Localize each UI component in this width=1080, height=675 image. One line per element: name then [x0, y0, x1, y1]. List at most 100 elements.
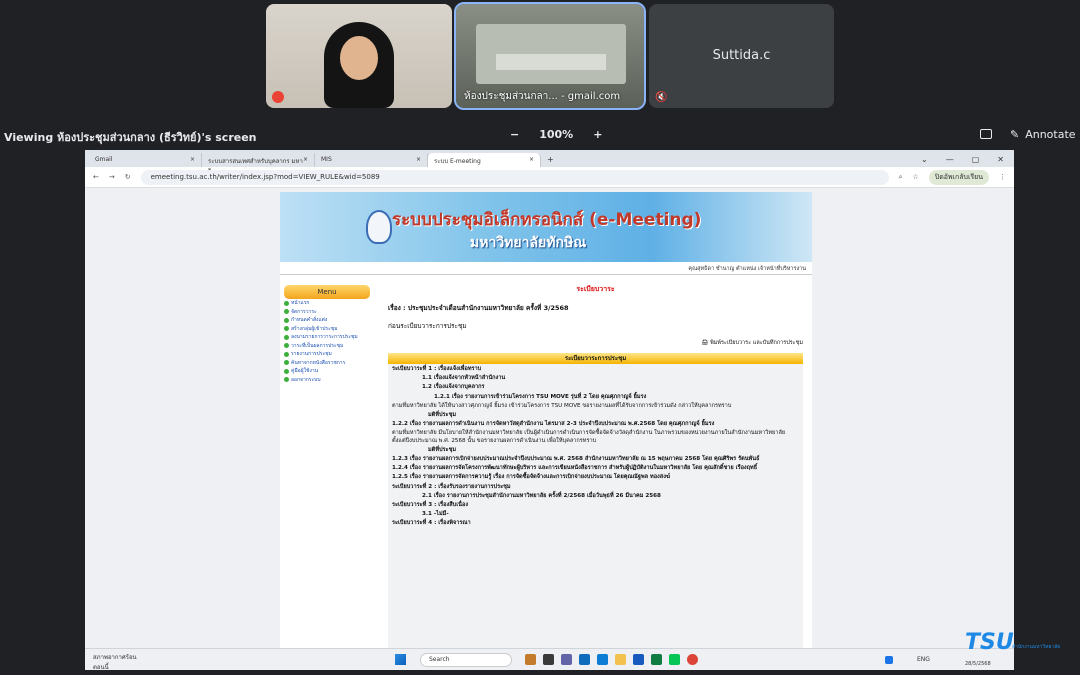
agenda-item: มติที่ประชุม: [428, 412, 457, 419]
zoom-in-button[interactable]: +: [593, 128, 602, 141]
menu-item[interactable]: วาระที่เป็นผลการประชุม: [284, 342, 370, 351]
agenda-header: ระเบียบวาระการประชุม: [388, 353, 803, 364]
close-icon[interactable]: ×: [416, 156, 421, 164]
edge-icon[interactable]: [597, 654, 608, 665]
tab-search-icon[interactable]: ⌄: [921, 155, 928, 164]
zoom-out-button[interactable]: −: [510, 128, 519, 141]
menu-item-label: ออกจากระบบ: [291, 376, 321, 383]
participant-tile-3[interactable]: Suttida.c 🔇: [649, 4, 834, 108]
menu-item[interactable]: ลงนามรายการวาระการประชุม: [284, 333, 370, 342]
profile-pill[interactable]: ปิดอัพเกลับเรียน: [928, 169, 989, 185]
tab-emeeting[interactable]: ระบบ E-meeting ×: [428, 153, 541, 167]
menu-item[interactable]: รายงานการประชุม: [284, 350, 370, 359]
minimize-icon[interactable]: —: [946, 155, 954, 164]
forward-icon[interactable]: →: [109, 173, 115, 181]
print-link[interactable]: 🖨 พิมพ์ระเบียบวาระ และบันทึกการประชุม: [388, 339, 803, 347]
menu-item[interactable]: จัดการวาระ: [284, 308, 370, 317]
clock-date[interactable]: 28/5/2568: [965, 661, 991, 667]
menu-item[interactable]: ออกจากระบบ: [284, 376, 370, 385]
tab-hr[interactable]: ระบบสารสนเทศสำหรับบุคลากร มหาวิ×: [202, 153, 315, 175]
app-icon[interactable]: [525, 654, 536, 665]
menu-dots-icon[interactable]: ⋮: [999, 173, 1006, 181]
menu-item[interactable]: ค้นหาจากหนังสือราชการ: [284, 359, 370, 368]
agenda-item: 1.2.1 เรื่อง รายงานการเข้าร่วมโครงการ TS…: [434, 393, 647, 400]
taskview-icon[interactable]: [543, 654, 554, 665]
emeeting-site: ระบบประชุมอิเล็กทรอนิกส์ (e-Meeting) มหา…: [280, 192, 812, 670]
participant-tile-2[interactable]: ห้องประชุมส่วนกลา... - gmail.com: [454, 2, 646, 110]
site-banner: ระบบประชุมอิเล็กทรอนิกส์ (e-Meeting) มหา…: [280, 192, 812, 262]
explorer-icon[interactable]: [615, 654, 626, 665]
menu-item[interactable]: หน้าแรก: [284, 299, 370, 308]
zoom-icon[interactable]: ⌕: [899, 173, 903, 182]
line-icon[interactable]: [669, 654, 680, 665]
windows-taskbar: สภาพอากาศร้อน ตอนนี้ Search ENG 28/5/256…: [85, 648, 1014, 672]
annotate-button[interactable]: ✎ Annotate: [1010, 128, 1076, 141]
menu-item-label: จัดการวาระ: [291, 308, 317, 315]
bullet-icon: [284, 351, 289, 357]
agenda-item: 1.2.5 เรื่อง รายงานผลการจัดการความรู้ เร…: [392, 474, 671, 481]
viewing-label: Viewing ห้องประชุมส่วนกลาง (ธีรวิทย์)'s …: [4, 131, 257, 144]
outlook-icon[interactable]: [579, 654, 590, 665]
bullet-icon: [284, 377, 289, 383]
agenda-item: 1.2.2 เรื่อง รายงานผลการดำเนินงาน การจัด…: [392, 421, 715, 428]
tab-label: Gmail: [95, 156, 113, 163]
agenda-item: ระเบียบวาระที่ 1 : เรื่องแจ้งเพื่อทราบ: [392, 366, 482, 372]
agenda-item: ตามที่มหาวิทยาลัย มีนโยบายให้สำนักงานมหา…: [392, 430, 786, 444]
reload-icon[interactable]: ↻: [125, 173, 131, 181]
agenda-list: ระเบียบวาระที่ 1 : เรื่องแจ้งเพื่อทราบ 1.…: [388, 364, 803, 664]
bullet-icon: [284, 309, 289, 315]
user-info: คุณสุทธิดา ชำนาญ ตำแหน่ง เจ้าหน้าที่บริห…: [280, 262, 812, 275]
page-viewport: ระบบประชุมอิเล็กทรอนิกส์ (e-Meeting) มหา…: [85, 188, 1014, 670]
close-window-icon[interactable]: ✕: [997, 155, 1004, 164]
windows-start-icon[interactable]: [395, 654, 406, 665]
close-icon[interactable]: ×: [190, 156, 195, 164]
teams-icon[interactable]: [561, 654, 572, 665]
agenda-item: ระเบียบวาระที่ 4 : เรื่องพิจารณา: [392, 520, 471, 527]
university-logo-icon: [366, 210, 392, 244]
close-icon[interactable]: ×: [303, 156, 308, 164]
menu-item-label: กำหนดคำสั่งแต่ง: [291, 317, 328, 324]
new-tab-button[interactable]: +: [541, 155, 554, 167]
menu-item-label: วาระที่เป็นผลการประชุม: [291, 342, 344, 349]
menu-item[interactable]: สร้างกลุ่มผู้เข้าประชุม: [284, 325, 370, 334]
chrome-icon[interactable]: [687, 654, 698, 665]
menu-item[interactable]: คู่มือผู้ใช้งาน: [284, 367, 370, 376]
present-icon[interactable]: [980, 129, 992, 139]
tab-gmail[interactable]: Gmail ×: [89, 153, 202, 167]
tab-bar: Gmail× ระบบสารสนเทศสำหรับบุคลากร มหาวิ× …: [85, 150, 1014, 175]
participant-name: ห้องประชุมส่วนกลา... - gmail.com: [464, 91, 621, 102]
bullet-icon: [284, 343, 289, 349]
bullet-icon: [284, 300, 289, 306]
taskbar-search[interactable]: Search: [420, 653, 512, 667]
participant-name: Suttida.c: [712, 48, 771, 63]
menu-item-label: รายงานการประชุม: [291, 351, 332, 358]
bullet-icon: [284, 368, 289, 374]
word-icon[interactable]: [633, 654, 644, 665]
menu-list: หน้าแรก จัดการวาระกำหนดคำสั่งแต่ง สร้างกลุ…: [284, 299, 370, 384]
bullet-icon: [284, 360, 289, 366]
print-icon: 🖨: [701, 340, 711, 346]
close-icon[interactable]: ×: [529, 156, 534, 164]
url-field[interactable]: emeeting.tsu.ac.th/writer/index.jsp?mod=…: [140, 169, 889, 185]
excel-icon[interactable]: [651, 654, 662, 665]
maximize-icon[interactable]: ▢: [972, 155, 980, 164]
mic-icon[interactable]: [885, 656, 893, 664]
zoom-level: 100%: [539, 128, 574, 141]
before-agenda-label: ก่อนระเบียบวาระการประชุม: [388, 322, 467, 330]
tsu-watermark-logo: TSU: [965, 630, 1014, 655]
tab-mis[interactable]: MIS ×: [315, 153, 428, 167]
back-icon[interactable]: ←: [93, 173, 99, 181]
participant-tile-1[interactable]: [266, 4, 452, 108]
agenda-item: 1.2 เรื่องแจ้งจากบุคลากร: [422, 384, 485, 391]
weather-sub: ตอนนี้: [93, 664, 109, 671]
agenda-item: 3.1 -ไม่มี-: [422, 511, 449, 518]
menu-item-label: หน้าแรก: [291, 300, 310, 307]
language-indicator[interactable]: ENG: [917, 656, 930, 663]
weather-widget[interactable]: สภาพอากาศร้อน ตอนนี้: [93, 652, 137, 672]
tsu-watermark-sub: สำนักงานมหาวิทยาลัย: [1012, 644, 1061, 650]
pen-icon: ✎: [1010, 128, 1020, 141]
shared-browser-window: Gmail× ระบบสารสนเทศสำหรับบุคลากร มหาวิ× …: [85, 150, 1014, 670]
bookmark-star-icon[interactable]: ☆: [913, 173, 919, 181]
menu-item[interactable]: กำหนดคำสั่งแต่ง: [284, 316, 370, 325]
meeting-table: [496, 54, 606, 70]
